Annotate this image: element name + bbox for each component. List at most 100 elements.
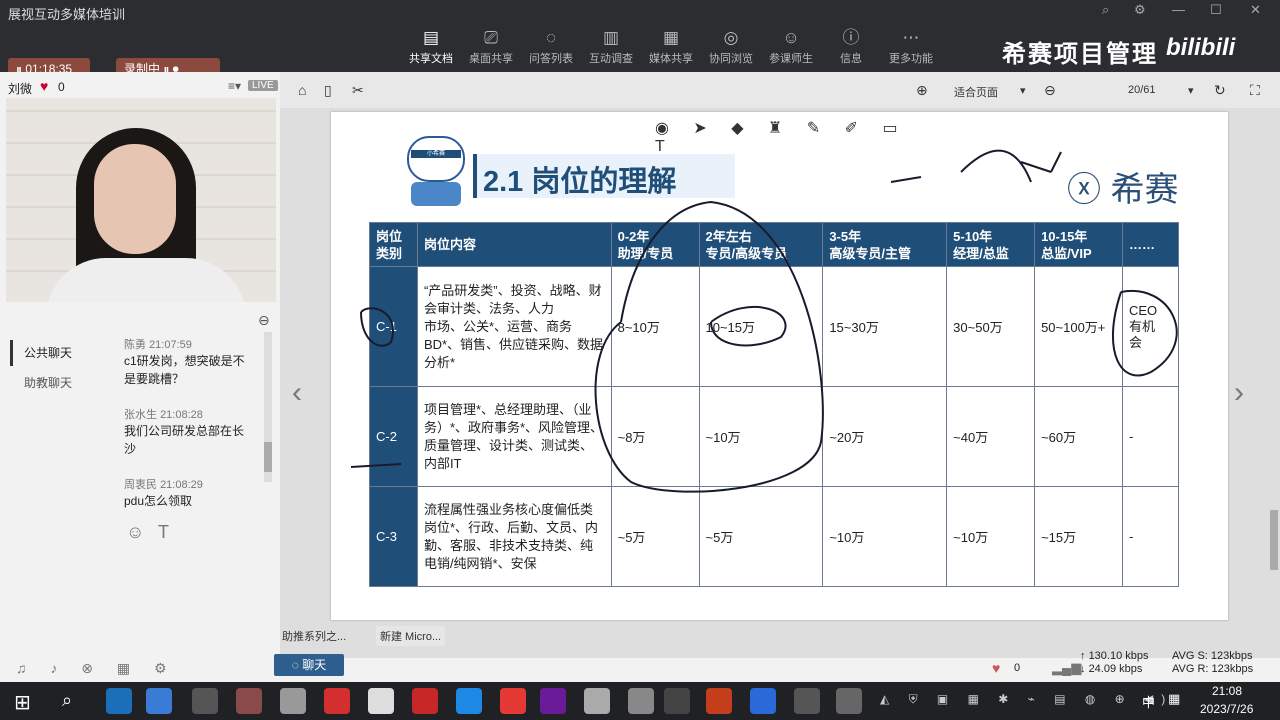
app-icon[interactable]	[540, 688, 566, 714]
tool-survey[interactable]: ▥ 互动调查	[580, 24, 642, 72]
heart-icon[interactable]: ♥	[992, 660, 1000, 676]
chevron-down-icon[interactable]: ▾	[1020, 84, 1026, 97]
app-icon[interactable]	[664, 688, 690, 714]
ime-indicator[interactable]: 中	[1142, 692, 1155, 711]
prev-page-icon[interactable]: ‹	[292, 376, 302, 410]
settings-icon[interactable]: ⚙	[1134, 2, 1146, 18]
keyboard-icon[interactable]: ▦	[1168, 691, 1180, 707]
chat-message: 周衷民 21:08:29 pdu怎么领取	[124, 476, 252, 510]
app-icon[interactable]	[500, 688, 526, 714]
fullscreen-icon[interactable]: ⛶	[1250, 82, 1260, 99]
download-rate: 24.09 kbps	[1088, 663, 1143, 675]
tool-more[interactable]: ⋯ 更多功能	[880, 24, 942, 72]
tool-label: 协同浏览	[709, 53, 753, 65]
app-icon[interactable]	[236, 688, 262, 714]
tool-desktop-share[interactable]: ⎚ 桌面共享	[460, 24, 522, 72]
app-icon[interactable]	[280, 688, 306, 714]
page-indicator[interactable]: 20/61	[1128, 84, 1156, 96]
windows-icon[interactable]: ⊞	[14, 690, 31, 715]
tray-icons[interactable]: ◭ ⛨ ▣ ▦ ✱ ⌁ ▤ ◍ ⊕ ◀)	[880, 692, 1173, 707]
chevron-down-icon[interactable]: ▾	[1188, 84, 1194, 97]
media-controls[interactable]: ♫ ♪ ⊗ ▦ ⚙	[16, 660, 177, 677]
avg-recv: AVG R: 123kbps	[1172, 663, 1254, 675]
maximize-icon[interactable]: ☐	[1210, 2, 1222, 18]
minimize-icon[interactable]: —	[1172, 2, 1185, 17]
app-icon[interactable]	[368, 688, 394, 714]
refresh-icon[interactable]: ↻	[1214, 82, 1226, 99]
list-icon[interactable]: ≡▾	[228, 79, 241, 93]
tool-media[interactable]: ▦ 媒体共享	[640, 24, 702, 72]
tool-label: 问答列表	[529, 53, 573, 65]
app-icon[interactable]	[456, 688, 482, 714]
chat-time: 21:08:29	[160, 479, 203, 491]
tab-item[interactable]: 新建 Micro...	[376, 626, 446, 646]
heart-icon[interactable]: ♥	[40, 78, 48, 94]
chat-scrollbar[interactable]	[264, 332, 272, 482]
app-title: 展视互动多媒体培训	[8, 7, 126, 22]
tool-people[interactable]: ☺ 参课师生	[760, 24, 822, 72]
tool-label: 更多功能	[889, 53, 933, 65]
fit-select[interactable]: 适合页面	[954, 84, 998, 100]
tool-qa[interactable]: ◌ 问答列表	[520, 24, 582, 72]
pen-stroke	[890, 149, 1062, 183]
upload-rate: 130.10 kbps	[1088, 650, 1149, 662]
info-icon: ⓘ	[842, 28, 860, 47]
ie-icon[interactable]	[106, 688, 132, 714]
survey-icon: ▥	[602, 28, 620, 47]
app-icon[interactable]	[794, 688, 820, 714]
avg-send: AVG S: 123kbps	[1172, 650, 1253, 662]
browse-icon: ◎	[723, 28, 739, 47]
zoom-out-icon[interactable]: ⊖	[1044, 82, 1056, 99]
search-icon[interactable]: ⌕	[62, 690, 72, 711]
clock-time: 21:08	[1212, 684, 1243, 698]
pdf-icon[interactable]	[412, 688, 438, 714]
doc-scrollbar[interactable]	[1270, 510, 1278, 570]
taskbar: ⊞ ⌕ ◭ ⛨ ▣ ▦ ✱ ⌁ ▤ ◍ ⊕ ◀) 中 ▦ 21:08 2023/…	[0, 682, 1280, 720]
powerpoint-icon[interactable]	[706, 688, 732, 714]
tab-indicator	[10, 340, 13, 366]
tool-browse[interactable]: ◎ 协同浏览	[700, 24, 762, 72]
close-icon[interactable]: ✕	[1250, 2, 1261, 18]
tool-label: 媒体共享	[649, 53, 693, 65]
app-icon[interactable]	[836, 688, 862, 714]
app-icon[interactable]	[750, 688, 776, 714]
live-badge: LIVE	[248, 80, 278, 91]
media-icon: ▦	[662, 28, 680, 47]
chat-time: 21:07:59	[149, 339, 192, 351]
pen-stroke	[594, 200, 824, 493]
app-icon[interactable]	[324, 688, 350, 714]
more-icon: ⋯	[902, 28, 920, 47]
desktop-share-icon: ⎚	[484, 28, 498, 47]
tab-assistant-chat[interactable]: 助教聊天	[24, 374, 72, 391]
tab-public-chat[interactable]: 公共聊天	[24, 344, 72, 361]
app-icon[interactable]	[192, 688, 218, 714]
collapse-icon[interactable]: ⊖	[258, 312, 270, 329]
app-icon[interactable]	[584, 688, 610, 714]
tool-info[interactable]: ⓘ 信息	[820, 24, 882, 72]
people-icon: ☺	[782, 28, 800, 47]
pen-stroke	[350, 463, 402, 468]
bottom-likes: 0	[1014, 662, 1021, 674]
chat-button-label: 聊天	[302, 658, 327, 672]
tab-item[interactable]: 助推系列之...	[282, 628, 346, 644]
tool-share-doc[interactable]: ▤ 共享文档	[400, 24, 462, 72]
app-icon[interactable]	[146, 688, 172, 714]
emoji-icon[interactable]: ☺	[126, 522, 144, 543]
clock-date: 2023/7/26	[1200, 702, 1254, 716]
chat-button[interactable]: ◌ 聊天	[274, 654, 344, 676]
app-icon[interactable]	[628, 688, 654, 714]
folder-icon[interactable]: ⌂	[298, 82, 306, 98]
next-page-icon[interactable]: ›	[1234, 376, 1244, 410]
doc-share-icon: ▤	[422, 28, 440, 47]
cut-icon[interactable]: ✂	[352, 82, 364, 99]
chat-user: 陈勇	[124, 339, 146, 351]
tool-label: 互动调查	[589, 53, 633, 65]
file-icon[interactable]: ▯	[324, 82, 332, 99]
bilibili-logo: bilibili	[1166, 34, 1236, 61]
text-format-icon[interactable]: T	[158, 522, 169, 543]
zoom-in-icon[interactable]: ⊕	[916, 82, 928, 99]
signal-icon: ▂▄▆	[1052, 660, 1082, 675]
search-icon[interactable]: ⌕	[1102, 2, 1109, 18]
status-bar: ♫ ♪ ⊗ ▦ ⚙ ◌ 聊天 助推系列之... 新建 Micro... ♥ 0 …	[0, 626, 1280, 682]
bandwidth: ↑ 130.10 kbps ↓ 24.09 kbps	[1080, 650, 1149, 675]
